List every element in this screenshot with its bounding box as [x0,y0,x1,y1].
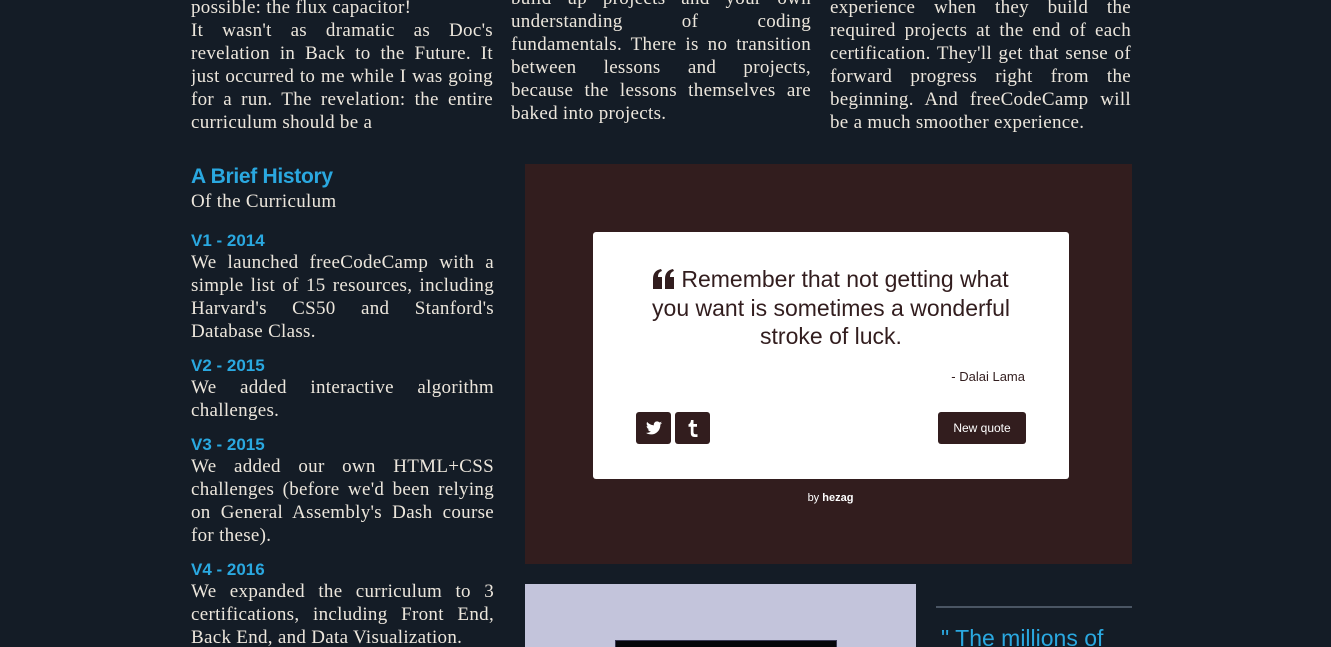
quote-text: Remember that not getting what you want … [652,266,1010,349]
article-paragraph: build up projects and your own understan… [511,0,811,124]
version-text: We launched freeCodeCamp with a simple l… [191,252,494,342]
history-version: V1 - 2014 We launched freeCodeCamp with … [191,231,494,343]
history-title: A Brief History [191,165,333,188]
article-paragraph: It wasn't as dramatic as Doc's revelatio… [191,20,493,133]
version-text: We added our own HTML+CSS challenges (be… [191,456,494,546]
article-paragraph: experience when they build the required … [830,0,1131,133]
history-subtitle: Of the Curriculum [191,191,337,212]
new-quote-button[interactable]: New quote [938,412,1026,444]
article-column-2: build up projects and your own understan… [511,0,811,127]
version-label: V1 - 2014 [191,231,265,250]
author-link[interactable]: hezag [822,492,853,504]
credit-byline: by hezag [525,492,1136,504]
twitter-icon [645,421,662,435]
version-label: V3 - 2015 [191,435,265,454]
article-column-3: experience when they build the required … [830,0,1131,136]
version-text: We expanded the curriculum to 3 certific… [191,581,494,647]
history-version: V3 - 2015 We added our own HTML+CSS chal… [191,435,494,547]
article-column-1: possible: the flux capacitor! It wasn't … [191,0,493,136]
quote-text-block: Remember that not getting what you want … [633,265,1029,351]
version-label: V4 - 2016 [191,560,265,579]
pull-quote: " The millions of [941,625,1104,647]
quote-machine-panel: Remember that not getting what you want … [525,164,1132,564]
history-version: V4 - 2016 We expanded the curriculum to … [191,560,494,647]
version-label: V2 - 2015 [191,356,265,375]
quote-author: - Dalai Lama [951,369,1025,384]
article-line: possible: the flux capacitor! [191,0,412,18]
curriculum-history: A Brief History Of the Curriculum V1 - 2… [191,164,494,647]
monitor-screen [615,640,837,647]
history-version: V2 - 2015 We added interactive algorithm… [191,356,494,422]
tweet-quote-button[interactable] [636,412,671,444]
byline-prefix: by [807,492,820,504]
quote-card: Remember that not getting what you want … [593,232,1069,479]
tumblr-quote-button[interactable] [675,412,710,444]
divider [936,606,1132,608]
version-text: We added interactive algorithm challenge… [191,377,494,421]
preview-image [525,584,916,647]
tumblr-icon [688,419,698,437]
quote-left-icon [653,269,675,289]
